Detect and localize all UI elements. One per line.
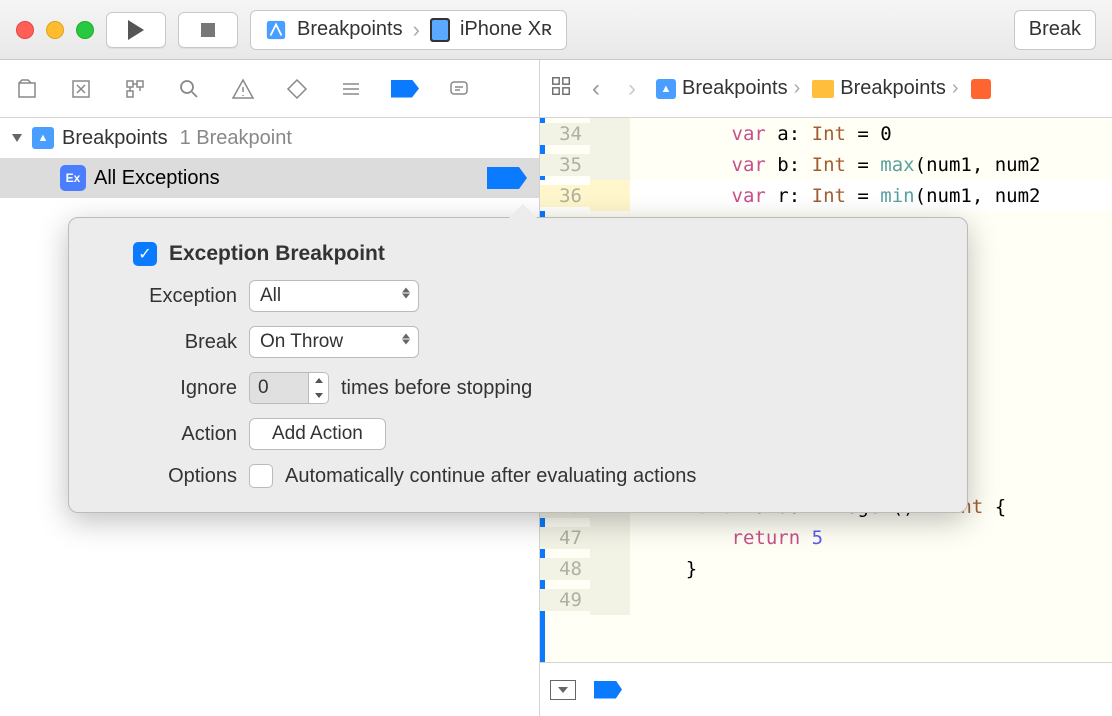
back-button[interactable]: ‹ xyxy=(584,75,608,103)
symbol-nav-icon[interactable] xyxy=(120,74,150,104)
popover-title: Exception Breakpoint xyxy=(169,242,385,266)
breakpoint-toggle-icon[interactable] xyxy=(594,681,622,699)
chevron-right-icon: › xyxy=(794,77,801,100)
line-number: 48 xyxy=(540,558,590,580)
options-label: Options xyxy=(97,465,237,488)
crumb-label: Breakpoints xyxy=(840,77,946,100)
activity-label: Break xyxy=(1029,18,1081,41)
auto-continue-checkbox[interactable]: ✓ xyxy=(249,464,273,488)
breakpoint-enabled-marker[interactable] xyxy=(487,167,527,189)
ignore-input[interactable]: 0 xyxy=(249,372,309,404)
xcode-project-icon: ▲ xyxy=(32,127,54,149)
project-row[interactable]: ▲ Breakpoints 1 Breakpoint xyxy=(0,118,539,158)
code-line: 49 xyxy=(540,584,1112,615)
scheme-selector[interactable]: Breakpoints › iPhone Xʀ xyxy=(250,10,567,50)
stop-button[interactable] xyxy=(178,12,238,48)
source-control-nav-icon[interactable] xyxy=(66,74,96,104)
input-value: 0 xyxy=(258,377,269,399)
action-label: Action xyxy=(97,423,237,446)
select-value: All xyxy=(260,285,281,307)
forward-button[interactable]: › xyxy=(620,75,644,103)
editor-bottom-bar xyxy=(540,662,1112,716)
crumb-project[interactable]: ▲ Breakpoints › xyxy=(656,77,800,100)
code-line: 35 var b: Int = max(num1, num2 xyxy=(540,149,1112,180)
line-number: 47 xyxy=(540,527,590,549)
issue-nav-icon[interactable] xyxy=(228,74,258,104)
exception-label: Exception xyxy=(97,285,237,308)
breakpoint-row[interactable]: Ex All Exceptions xyxy=(0,158,539,198)
break-select[interactable]: On Throw xyxy=(249,326,419,358)
auto-continue-label: Automatically continue after evaluating … xyxy=(285,465,696,488)
folder-icon xyxy=(812,80,834,98)
crumb-label: Breakpoints xyxy=(682,77,788,100)
filter-dropdown-icon[interactable] xyxy=(550,680,576,700)
enabled-checkbox[interactable]: ✓ xyxy=(133,242,157,266)
exception-select[interactable]: All xyxy=(249,280,419,312)
ignore-suffix: times before stopping xyxy=(341,377,532,400)
activity-button[interactable]: Break xyxy=(1014,10,1096,50)
scheme-name: Breakpoints xyxy=(297,18,403,41)
phone-icon xyxy=(430,18,450,42)
swift-file-icon xyxy=(971,79,991,99)
breakpoint-label: All Exceptions xyxy=(94,167,220,190)
test-nav-icon[interactable] xyxy=(282,74,312,104)
device-name: iPhone Xʀ xyxy=(460,18,552,41)
breakpoint-tag-icon xyxy=(391,80,419,98)
breakpoint-editor-popover: ✓ Exception Breakpoint Exception All Bre… xyxy=(68,217,968,513)
ignore-stepper[interactable] xyxy=(309,372,329,404)
report-nav-icon[interactable] xyxy=(444,74,474,104)
window-controls xyxy=(16,21,94,39)
line-number: 34 xyxy=(540,123,590,145)
select-value: On Throw xyxy=(260,331,343,353)
crumb-file[interactable] xyxy=(971,79,991,99)
minimize-icon[interactable] xyxy=(46,21,64,39)
breakpoint-count: 1 Breakpoint xyxy=(180,127,292,150)
ignore-label: Ignore xyxy=(97,377,237,400)
break-label: Break xyxy=(97,331,237,354)
chevron-right-icon: › xyxy=(952,77,959,100)
popover-title-row: ✓ Exception Breakpoint xyxy=(97,242,939,266)
xcode-icon xyxy=(265,19,287,41)
chevron-right-icon: › xyxy=(413,17,420,43)
debug-nav-icon[interactable] xyxy=(336,74,366,104)
exception-icon: Ex xyxy=(60,165,86,191)
zoom-icon[interactable] xyxy=(76,21,94,39)
project-label: Breakpoints xyxy=(62,127,168,150)
add-action-button[interactable]: Add Action xyxy=(249,418,386,450)
line-number: 36 xyxy=(540,185,590,207)
close-icon[interactable] xyxy=(16,21,34,39)
disclosure-triangle-icon[interactable] xyxy=(12,134,22,142)
project-nav-icon[interactable] xyxy=(12,74,42,104)
crumb-folder[interactable]: Breakpoints › xyxy=(812,77,958,100)
button-label: Add Action xyxy=(272,423,363,445)
line-number: 49 xyxy=(540,589,590,611)
find-nav-icon[interactable] xyxy=(174,74,204,104)
line-number: 35 xyxy=(540,154,590,176)
navigator-tabs xyxy=(0,60,539,118)
play-icon xyxy=(128,20,144,40)
stop-icon xyxy=(201,23,215,37)
related-items-icon[interactable] xyxy=(550,75,572,103)
xcode-project-icon: ▲ xyxy=(656,79,676,99)
code-line: 34 var a: Int = 0 xyxy=(540,118,1112,149)
run-button[interactable] xyxy=(106,12,166,48)
code-line: 48 } xyxy=(540,553,1112,584)
editor-path-bar: ‹ › ▲ Breakpoints › Breakpoints › xyxy=(540,60,1112,118)
titlebar: Breakpoints › iPhone Xʀ Break xyxy=(0,0,1112,60)
code-line: 47 return 5 xyxy=(540,522,1112,553)
code-line: 36 var r: Int = min(num1, num2 xyxy=(540,180,1112,211)
breakpoint-nav-icon[interactable] xyxy=(390,74,420,104)
